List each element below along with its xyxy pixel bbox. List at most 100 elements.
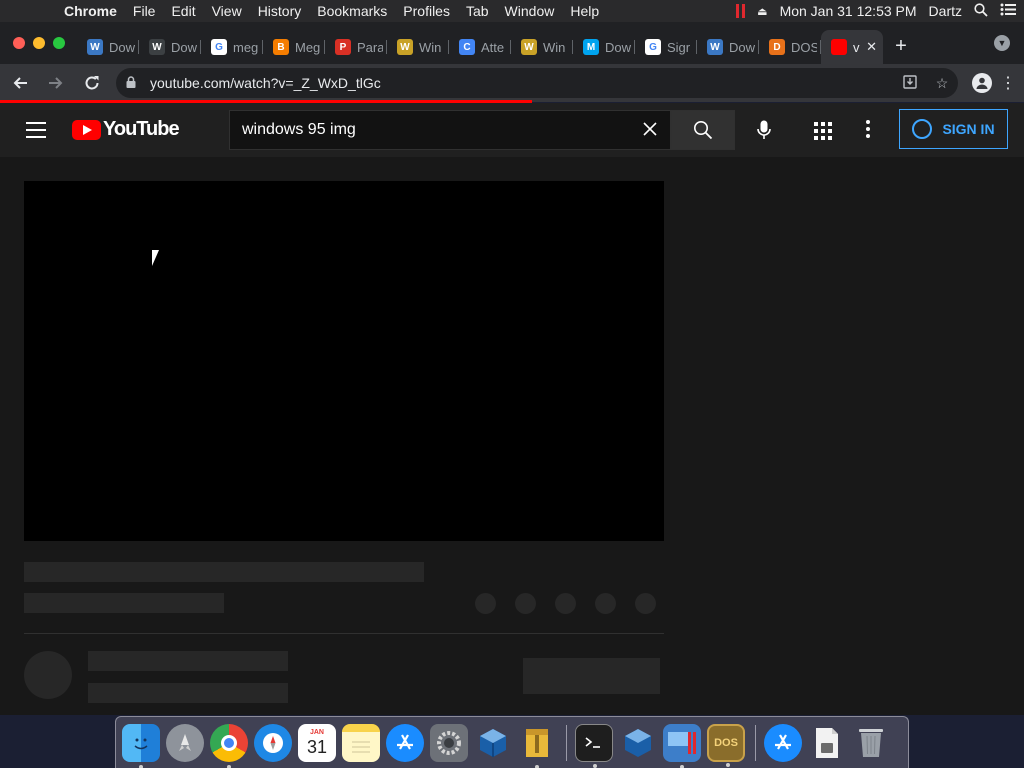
video-player[interactable] [24,181,664,541]
menu-help[interactable]: Help [562,3,607,19]
browser-tab[interactable]: D DOS [759,30,821,64]
bookmark-star-icon[interactable]: ☆ [926,75,958,92]
windows-vm-icon[interactable] [663,723,701,768]
calendar-day: 31 [306,737,328,757]
menu-bookmarks[interactable]: Bookmarks [309,3,395,19]
tab-search-icon[interactable]: ▼ [994,35,1010,51]
menu-user[interactable]: Dartz [929,3,962,19]
zoom-window-button[interactable] [53,37,65,49]
chrome-menu-icon[interactable]: ⋮ [1000,73,1016,93]
youtube-logo[interactable]: YouTube [72,118,180,141]
browser-tab[interactable]: B Meg [263,30,325,64]
settings-dots-icon[interactable] [866,120,876,140]
sign-in-button[interactable]: SIGN IN [899,109,1008,149]
tab-label: Dow [171,39,197,55]
menu-clock[interactable]: Mon Jan 31 12:53 PM [780,3,917,19]
app-store-icon[interactable] [386,723,424,762]
dock-separator [566,724,567,761]
launchpad-icon[interactable] [166,723,204,762]
account-icon [912,119,933,139]
search-button[interactable] [671,110,735,150]
youtube-logo-text: YouTube [103,118,180,140]
lock-icon[interactable] [126,75,140,91]
trash-icon[interactable] [852,724,890,762]
menu-history[interactable]: History [250,3,310,19]
skeleton-channel-name [88,651,288,671]
minimize-window-button[interactable] [33,37,45,49]
browser-tab[interactable]: W Win [387,30,449,64]
guide-menu-icon[interactable] [26,122,46,138]
clear-search-icon[interactable] [630,119,670,142]
browser-tab[interactable]: Gmeg [201,30,263,64]
skeleton-subscribe [523,658,660,694]
tab-label: Atte [481,39,505,55]
notes-icon[interactable] [342,723,380,762]
control-center-icon[interactable] [1000,3,1016,19]
address-bar[interactable]: youtube.com/watch?v=_Z_WxD_tlGc ☆ [116,68,958,98]
virtualbox-icon[interactable] [474,724,512,762]
sign-in-label: SIGN IN [942,121,995,137]
menu-extras: ⏏ Mon Jan 31 12:53 PM Dartz [724,0,1024,22]
forward-button[interactable] [40,67,72,99]
browser-tab[interactable]: C Atte [449,30,511,64]
menu-tab[interactable]: Tab [458,3,497,19]
tabs: W Dow W Dow Gmeg B Meg P Para W Win C Atte W Win M Dow G S… [77,30,883,64]
close-tab-icon[interactable]: ✕ [866,39,877,55]
browser-tab[interactable]: P Para [325,30,387,64]
microphone-icon [757,120,771,139]
tab-favicon-icon: W [149,39,165,55]
menu-window[interactable]: Window [497,3,563,19]
chrome-icon[interactable] [210,723,248,768]
virtualbox-icon[interactable] [619,724,657,762]
document-icon[interactable] [808,724,846,762]
safari-icon[interactable] [254,723,292,762]
profile-icon[interactable] [972,73,992,93]
calendar-icon[interactable]: JAN 31 [298,723,336,762]
browser-tab[interactable]: W Dow [697,30,759,64]
url-text[interactable]: youtube.com/watch?v=_Z_WxD_tlGc [150,75,894,91]
eject-icon[interactable]: ⏏ [757,5,767,18]
menu-app-name[interactable]: Chrome [56,3,125,19]
finder-icon[interactable] [122,723,160,768]
parallels-icon[interactable] [736,4,746,18]
dosbox-icon[interactable]: DOS [707,723,745,767]
tab-favicon-icon: W [521,39,537,55]
spotlight-icon[interactable] [974,2,988,20]
tab-favicon-icon: P [335,39,351,55]
install-app-icon[interactable] [894,74,926,92]
browser-tab[interactable]: M Dow [573,30,635,64]
new-tab-button[interactable]: + [883,30,919,64]
menu-file[interactable]: File [125,3,164,19]
browser-tab[interactable]: W Win [511,30,573,64]
skeleton-action-3 [555,593,576,614]
tab-favicon-icon: D [769,39,785,55]
skeleton-action-1 [475,593,496,614]
reload-button[interactable] [76,67,108,99]
tab-favicon-icon: W [87,39,103,55]
system-preferences-icon[interactable] [430,723,468,762]
skeleton-meta [24,593,224,613]
browser-tab-active[interactable]: v ✕ [821,30,883,64]
archive-utility-icon[interactable] [518,724,556,768]
youtube-play-icon [72,119,101,140]
browser-tab[interactable]: W Dow [77,30,139,64]
skeleton-divider [24,633,664,634]
menu-view[interactable]: View [204,3,250,19]
back-button[interactable] [4,67,36,99]
tab-label: Sigr [667,39,691,55]
apps-grid-icon[interactable] [814,122,832,140]
menu-edit[interactable]: Edit [163,3,203,19]
tab-favicon-icon: C [459,39,475,55]
close-window-button[interactable] [13,37,25,49]
search-input[interactable] [230,121,630,139]
tab-label: Dow [729,39,755,55]
browser-tab[interactable]: G Sigr [635,30,697,64]
terminal-icon[interactable] [575,723,613,768]
mouse-cursor [152,250,166,266]
calendar-month: JAN [309,729,324,736]
voice-search-button[interactable] [748,114,780,146]
app-store-downloads-icon[interactable] [764,723,802,762]
browser-tab[interactable]: W Dow [139,30,201,64]
window-controls [0,22,77,64]
menu-profiles[interactable]: Profiles [395,3,458,19]
